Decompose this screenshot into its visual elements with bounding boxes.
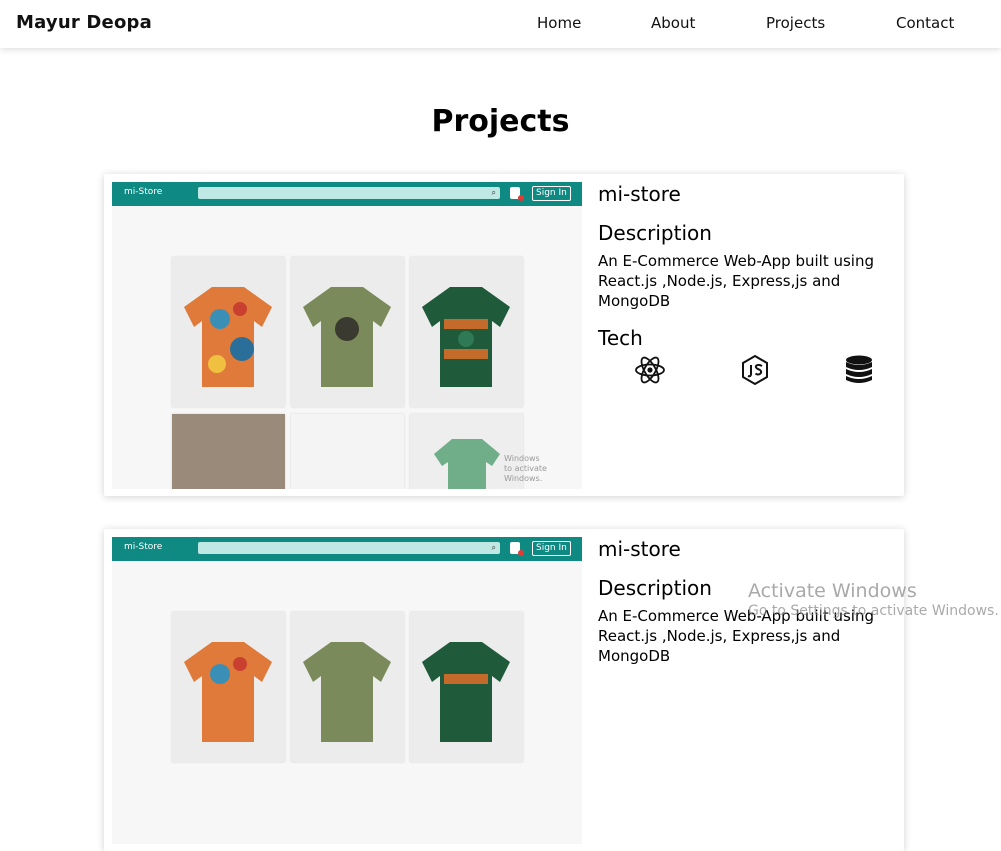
project-card: mi-Store ⌕ Sign In Windows to activate W… (104, 174, 904, 496)
nav-link-projects[interactable]: Projects (766, 14, 825, 32)
screenshot-watermark: Windows to activate Windows. (504, 454, 582, 484)
shirt-image (303, 287, 391, 387)
shirt-image (422, 642, 510, 742)
description-text: An E-Commerce Web-App built using React.… (598, 252, 874, 310)
search-icon: ⌕ (491, 188, 496, 197)
product-tile (172, 257, 285, 407)
project-name: mi-store (598, 537, 681, 561)
product-tile (291, 257, 404, 407)
database-icon (846, 355, 872, 383)
project-screenshot[interactable]: mi-Store ⌕ Sign In (112, 537, 582, 844)
screenshot-logo: mi-Store (124, 542, 163, 552)
shirt-image (434, 439, 500, 489)
cart-badge (518, 195, 524, 201)
cart-badge (518, 550, 524, 556)
screenshot-signin: Sign In (532, 186, 571, 201)
shirt-image (422, 287, 510, 387)
nav-link-about[interactable]: About (651, 14, 695, 32)
product-tile (291, 414, 404, 489)
project-screenshot[interactable]: mi-Store ⌕ Sign In (112, 182, 582, 489)
screenshot-search-bar: ⌕ (198, 542, 500, 554)
search-icon: ⌕ (491, 543, 496, 552)
product-tile (172, 414, 285, 489)
activate-windows-subtitle: Go to Settings to activate Windows. (748, 603, 999, 619)
product-tile (172, 612, 285, 762)
nav-link-contact[interactable]: Contact (896, 14, 954, 32)
activate-windows-watermark: Activate Windows Go to Settings to activ… (748, 580, 999, 620)
project-name: mi-store (598, 182, 681, 206)
screenshot-search-bar: ⌕ (198, 187, 500, 199)
shirt-image (184, 642, 272, 742)
description-heading: Description (598, 576, 712, 600)
product-tile (410, 612, 523, 762)
react-icon (635, 356, 665, 384)
screenshot-signin: Sign In (532, 541, 571, 556)
screenshot-watermark-line: Windows (504, 454, 540, 463)
page-title: Projects (431, 104, 570, 139)
activate-windows-title: Activate Windows (748, 580, 917, 602)
screenshot-watermark-line: to activate Windows. (504, 464, 547, 483)
product-tile (410, 257, 523, 407)
shirt-image (184, 287, 272, 387)
nodejs-icon (742, 354, 768, 386)
tech-heading: Tech (598, 326, 643, 350)
project-card: mi-Store ⌕ Sign In mi-store Description … (104, 529, 904, 851)
product-tile (291, 612, 404, 762)
screenshot-logo: mi-Store (124, 187, 163, 197)
shirt-image (303, 642, 391, 742)
brand-name[interactable]: Mayur Deopa (16, 12, 152, 33)
nav-link-home[interactable]: Home (537, 14, 581, 32)
navbar: Mayur Deopa Home About Projects Contact (0, 0, 1001, 48)
description-heading: Description (598, 221, 712, 245)
